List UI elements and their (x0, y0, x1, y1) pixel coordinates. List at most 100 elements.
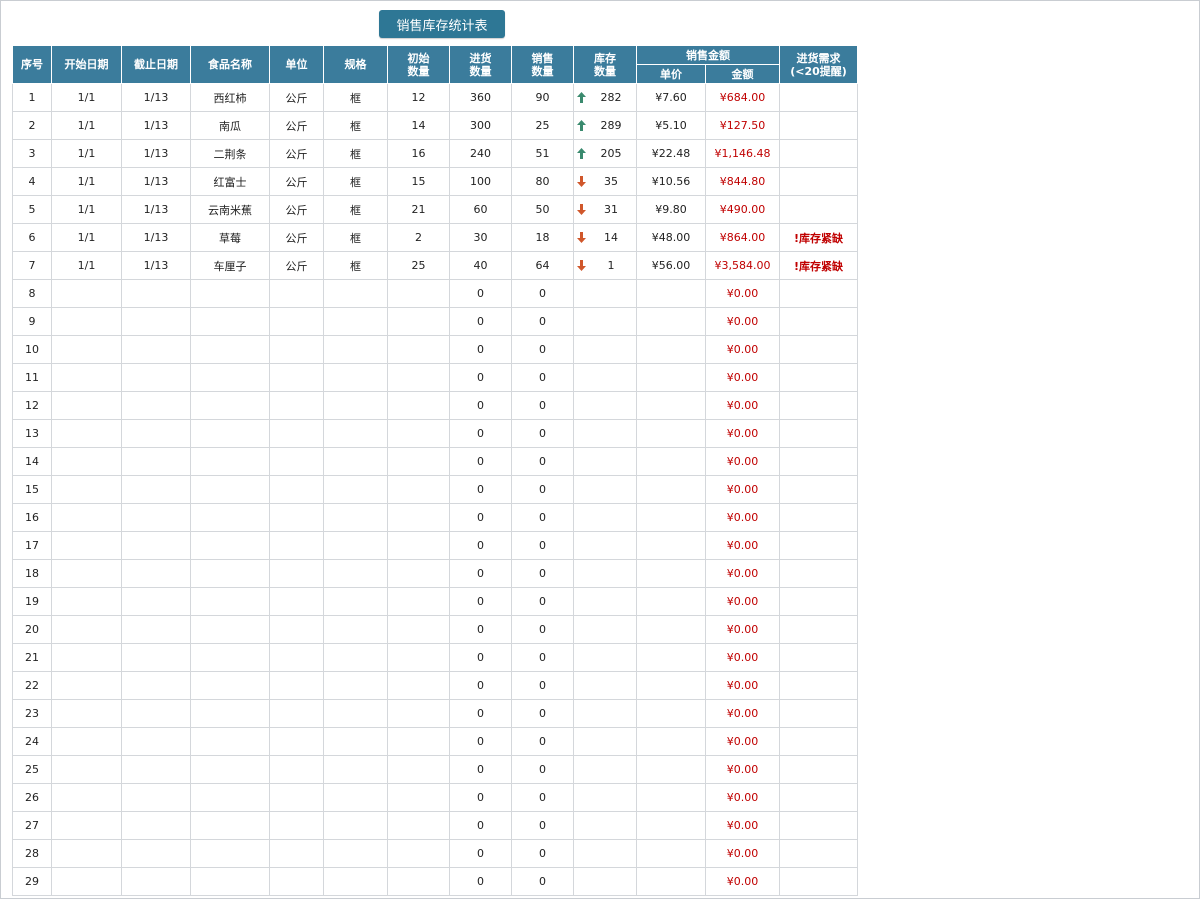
cell-initial-qty[interactable]: 21 (387, 195, 450, 224)
cell-unit-price[interactable] (636, 503, 706, 532)
cell-end-date[interactable] (121, 419, 191, 448)
cell-seq[interactable]: 11 (12, 363, 52, 392)
cell-start-date[interactable]: 1/1 (51, 139, 122, 168)
cell-unit[interactable]: 公斤 (269, 167, 324, 196)
cell-seq[interactable]: 15 (12, 475, 52, 504)
cell-stock-qty[interactable] (573, 475, 637, 504)
cell-purchase-qty[interactable]: 0 (449, 419, 512, 448)
cell-unit-price[interactable] (636, 307, 706, 336)
cell-unit-price[interactable] (636, 559, 706, 588)
cell-food-name[interactable]: 车厘子 (190, 251, 270, 280)
cell-stock-qty[interactable] (573, 699, 637, 728)
cell-start-date[interactable] (51, 755, 122, 784)
cell-stock-qty[interactable] (573, 307, 637, 336)
cell-end-date[interactable] (121, 335, 191, 364)
cell-start-date[interactable] (51, 335, 122, 364)
cell-initial-qty[interactable]: 14 (387, 111, 450, 140)
cell-purchase-need[interactable] (779, 559, 858, 588)
cell-spec[interactable] (323, 335, 388, 364)
cell-amount[interactable]: ¥0.00 (705, 503, 780, 532)
cell-spec[interactable] (323, 867, 388, 896)
cell-spec[interactable] (323, 671, 388, 700)
cell-amount[interactable]: ¥3,584.00 (705, 251, 780, 280)
cell-start-date[interactable]: 1/1 (51, 111, 122, 140)
cell-unit[interactable]: 公斤 (269, 251, 324, 280)
cell-start-date[interactable] (51, 699, 122, 728)
cell-initial-qty[interactable] (387, 335, 450, 364)
cell-purchase-need[interactable] (779, 167, 858, 196)
cell-purchase-need[interactable] (779, 643, 858, 672)
cell-amount[interactable]: ¥844.80 (705, 167, 780, 196)
cell-unit-price[interactable] (636, 811, 706, 840)
cell-unit[interactable] (269, 727, 324, 756)
cell-initial-qty[interactable]: 15 (387, 167, 450, 196)
cell-stock-qty[interactable] (573, 559, 637, 588)
cell-purchase-qty[interactable]: 0 (449, 447, 512, 476)
cell-stock-qty[interactable]: 282 (573, 83, 637, 112)
cell-sales-qty[interactable]: 0 (511, 867, 574, 896)
cell-purchase-qty[interactable]: 0 (449, 531, 512, 560)
cell-spec[interactable] (323, 391, 388, 420)
cell-food-name[interactable] (190, 531, 270, 560)
cell-spec[interactable]: 框 (323, 223, 388, 252)
cell-purchase-need[interactable] (779, 447, 858, 476)
cell-end-date[interactable] (121, 783, 191, 812)
cell-purchase-need[interactable] (779, 727, 858, 756)
cell-start-date[interactable] (51, 783, 122, 812)
cell-sales-qty[interactable]: 0 (511, 391, 574, 420)
cell-amount[interactable]: ¥0.00 (705, 363, 780, 392)
cell-stock-qty[interactable] (573, 363, 637, 392)
cell-spec[interactable] (323, 447, 388, 476)
cell-initial-qty[interactable] (387, 419, 450, 448)
cell-initial-qty[interactable] (387, 615, 450, 644)
cell-purchase-need[interactable] (779, 307, 858, 336)
cell-sales-qty[interactable]: 0 (511, 643, 574, 672)
cell-seq[interactable]: 24 (12, 727, 52, 756)
cell-amount[interactable]: ¥684.00 (705, 83, 780, 112)
cell-initial-qty[interactable]: 12 (387, 83, 450, 112)
cell-purchase-qty[interactable]: 100 (449, 167, 512, 196)
cell-stock-qty[interactable] (573, 727, 637, 756)
cell-purchase-qty[interactable]: 360 (449, 83, 512, 112)
cell-purchase-need[interactable] (779, 699, 858, 728)
cell-unit-price[interactable] (636, 671, 706, 700)
cell-seq[interactable]: 23 (12, 699, 52, 728)
cell-unit[interactable] (269, 783, 324, 812)
cell-purchase-qty[interactable]: 0 (449, 475, 512, 504)
cell-start-date[interactable]: 1/1 (51, 223, 122, 252)
cell-unit[interactable] (269, 335, 324, 364)
cell-amount[interactable]: ¥490.00 (705, 195, 780, 224)
cell-spec[interactable] (323, 783, 388, 812)
cell-seq[interactable]: 10 (12, 335, 52, 364)
cell-purchase-qty[interactable]: 0 (449, 811, 512, 840)
cell-unit-price[interactable] (636, 391, 706, 420)
cell-food-name[interactable] (190, 279, 270, 308)
cell-purchase-need[interactable] (779, 195, 858, 224)
cell-seq[interactable]: 17 (12, 531, 52, 560)
cell-purchase-need[interactable] (779, 671, 858, 700)
cell-food-name[interactable]: 西红柿 (190, 83, 270, 112)
cell-sales-qty[interactable]: 25 (511, 111, 574, 140)
cell-spec[interactable] (323, 559, 388, 588)
cell-spec[interactable] (323, 475, 388, 504)
cell-end-date[interactable] (121, 727, 191, 756)
cell-unit-price[interactable] (636, 475, 706, 504)
cell-stock-qty[interactable] (573, 671, 637, 700)
cell-purchase-need[interactable] (779, 867, 858, 896)
cell-initial-qty[interactable]: 25 (387, 251, 450, 280)
cell-amount[interactable]: ¥0.00 (705, 671, 780, 700)
cell-stock-qty[interactable] (573, 755, 637, 784)
cell-end-date[interactable]: 1/13 (121, 195, 191, 224)
cell-purchase-qty[interactable]: 60 (449, 195, 512, 224)
cell-sales-qty[interactable]: 0 (511, 475, 574, 504)
cell-initial-qty[interactable] (387, 811, 450, 840)
cell-purchase-qty[interactable]: 0 (449, 643, 512, 672)
cell-amount[interactable]: ¥0.00 (705, 839, 780, 868)
cell-purchase-qty[interactable]: 240 (449, 139, 512, 168)
cell-purchase-qty[interactable]: 0 (449, 671, 512, 700)
cell-unit[interactable]: 公斤 (269, 111, 324, 140)
cell-start-date[interactable] (51, 559, 122, 588)
cell-spec[interactable] (323, 643, 388, 672)
cell-food-name[interactable]: 草莓 (190, 223, 270, 252)
cell-start-date[interactable] (51, 839, 122, 868)
